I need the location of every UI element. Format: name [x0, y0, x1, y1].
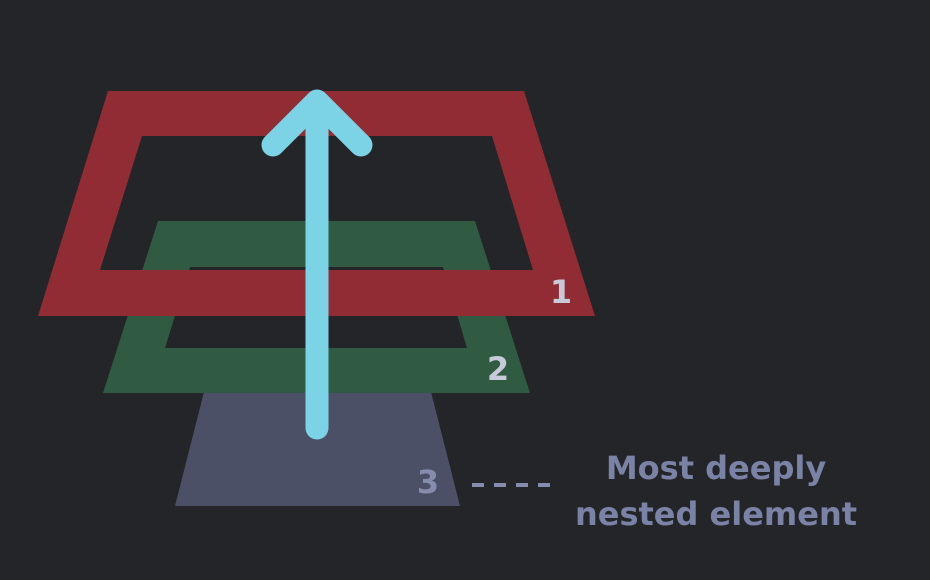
layer-3-label: 3 — [417, 463, 439, 501]
layer-2-label: 2 — [487, 350, 509, 388]
nesting-diagram: 1 2 3 Most deeply nested element — [38, 89, 857, 533]
layer-1-label: 1 — [550, 273, 572, 311]
caption-line-1: Most deeply — [606, 449, 827, 487]
caption-line-2: nested element — [575, 495, 857, 533]
